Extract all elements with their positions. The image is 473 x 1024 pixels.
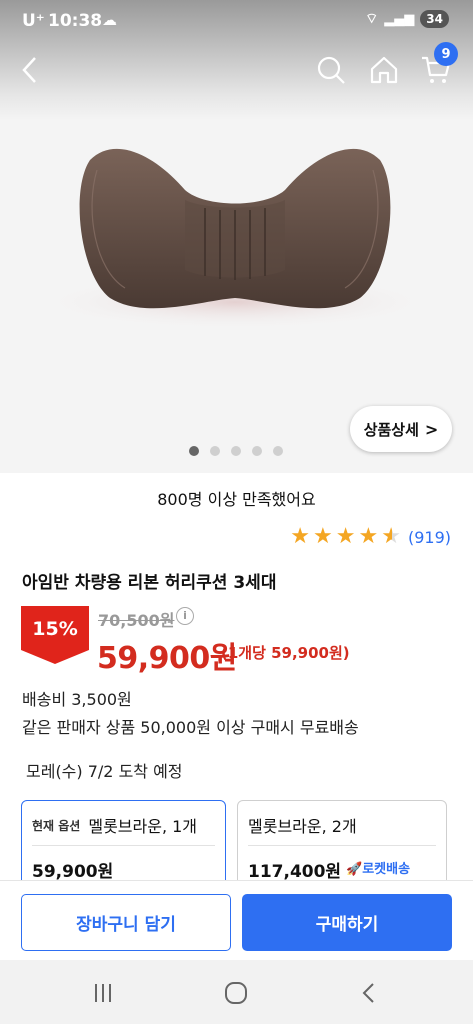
free-shipping-condition: 같은 판매자 상품 50,000원 이상 구매시 무료배송 <box>22 718 359 737</box>
signal-icon: ▂▄▆ <box>384 11 415 27</box>
chevron-right-icon: > <box>424 419 439 439</box>
cart-button[interactable]: 9 <box>418 42 458 88</box>
sale-price: 59,900원 <box>97 641 237 676</box>
back-button[interactable] <box>12 52 48 88</box>
battery-indicator: 34 <box>420 10 449 28</box>
cart-count-badge: 9 <box>434 42 458 66</box>
option-divider <box>248 845 436 846</box>
shipping-fee: 배송비 3,500원 <box>22 690 132 709</box>
recent-apps-icon <box>95 984 111 1002</box>
home-icon <box>370 56 398 84</box>
home-button[interactable] <box>366 52 402 88</box>
home-system-button[interactable] <box>223 980 249 1006</box>
add-to-cart-button[interactable]: 장바구니 담기 <box>21 894 231 951</box>
option-divider <box>32 845 215 846</box>
wifi-icon: ⌔ <box>365 11 379 27</box>
discount-label: 15% <box>32 618 78 640</box>
product-detail-label: 상품상세 <box>363 420 419 439</box>
gallery-dot[interactable] <box>252 446 262 456</box>
info-icon[interactable]: i <box>176 607 194 625</box>
star-icon: ★ <box>313 524 333 549</box>
carrier-label: U⁺ <box>22 11 45 31</box>
gallery-dot[interactable] <box>273 446 283 456</box>
gallery-dot[interactable] <box>189 446 199 456</box>
product-title: 아임반 차량용 리본 허리쿠션 3세대 <box>22 573 277 593</box>
unit-price: (1개당 59,900원) <box>221 644 350 662</box>
home-circle-icon <box>225 982 247 1004</box>
discount-badge: 15% <box>21 606 89 664</box>
chevron-left-icon <box>22 57 36 83</box>
gallery-pagination <box>189 446 283 456</box>
bottom-action-bar: 장바구니 담기 구매하기 <box>0 880 473 960</box>
star-icon: ★ <box>358 524 379 549</box>
recent-apps-button[interactable] <box>90 980 116 1006</box>
satisfaction-text: 800명 이상 만족했어요 <box>157 490 316 509</box>
option-price: 117,400원 <box>248 862 342 882</box>
current-option-tag: 현재 옵션 <box>32 818 81 833</box>
option-label: 멜롯브라운, 1개 <box>88 817 198 836</box>
status-bar: U⁺ 10:38 ☁ ⌔ ▂▄▆ 34 <box>0 0 473 44</box>
system-back-button[interactable] <box>356 980 382 1006</box>
product-photo-cushion <box>55 148 415 330</box>
rocket-delivery-label: 로켓배송 <box>362 862 411 877</box>
half-star-icon: ★ <box>381 524 401 549</box>
star-icon: ★ <box>335 524 356 549</box>
rating-summary[interactable]: ★ ★ ★ ★ ★ (919) <box>290 526 451 548</box>
option-label: 멜롯브라운, 2개 <box>248 817 357 836</box>
option-card-alternate[interactable]: 멜롯브라운, 2개 117,400원 🚀로켓배송 <box>237 800 447 890</box>
original-price: 70,500원 <box>98 611 175 630</box>
option-card-current[interactable]: 현재 옵션 멜롯브라운, 1개 59,900원 <box>21 800 226 890</box>
cloud-icon: ☁ <box>102 11 117 29</box>
rocket-delivery-badge: 🚀로켓배송 <box>346 858 410 877</box>
search-icon <box>317 56 345 84</box>
status-time: 10:38 <box>48 11 103 31</box>
review-count-link[interactable]: (919) <box>408 528 451 547</box>
gallery-dot[interactable] <box>210 446 220 456</box>
back-arrow-icon <box>362 983 374 1003</box>
rocket-icon: 🚀 <box>346 862 363 877</box>
arrival-estimate: 모레(수) 7/2 도착 예정 <box>26 762 183 781</box>
option-price: 59,900원 <box>32 862 114 882</box>
top-navigation: 9 <box>0 42 473 94</box>
search-button[interactable] <box>313 52 349 88</box>
system-navigation-bar <box>0 960 473 1024</box>
gallery-dot[interactable] <box>231 446 241 456</box>
product-image-gallery[interactable]: U⁺ 10:38 ☁ ⌔ ▂▄▆ 34 9 상품상세 > <box>0 0 473 473</box>
buy-now-button[interactable]: 구매하기 <box>242 894 452 951</box>
star-icon: ★ <box>290 524 311 549</box>
product-detail-button[interactable]: 상품상세 > <box>350 406 452 452</box>
